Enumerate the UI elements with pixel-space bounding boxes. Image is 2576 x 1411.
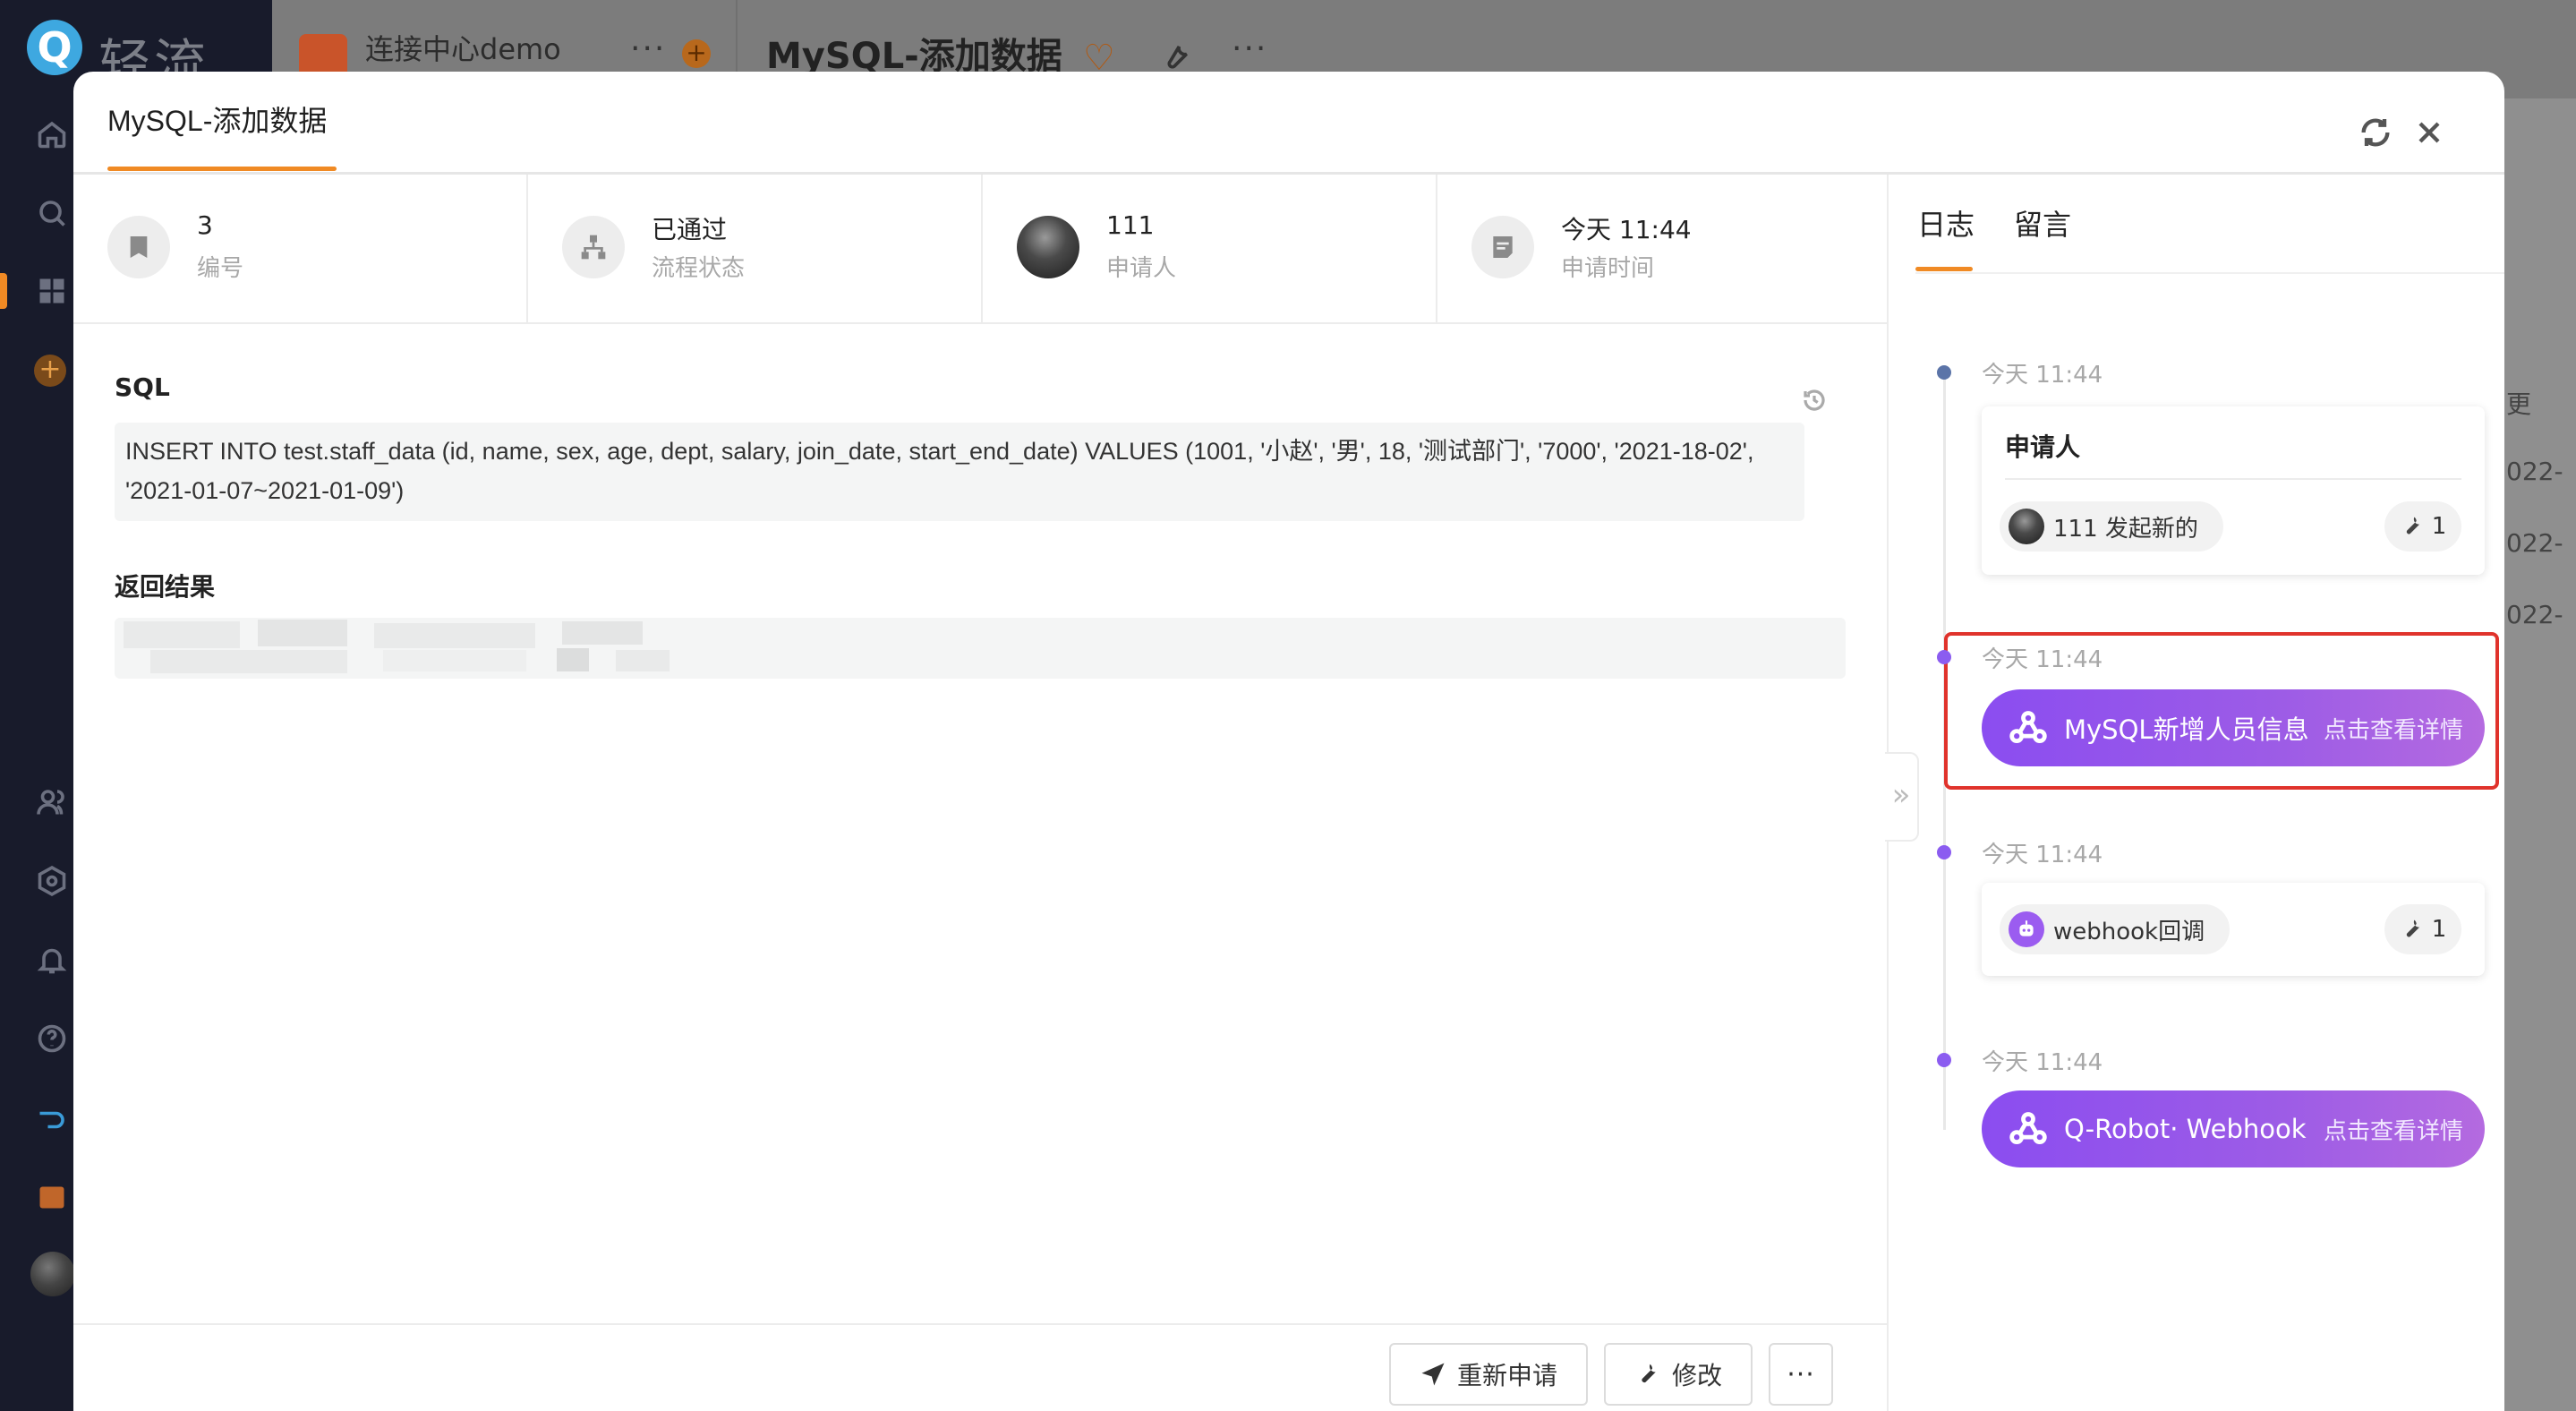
operation-count-chip[interactable]: 1 [2384,904,2461,954]
flow-status-value: 已通过 [652,215,728,244]
collapse-panel-button[interactable]: » [1885,752,1919,842]
timeline-dot [1937,650,1951,664]
nav-active-indicator [0,273,7,309]
more-actions-button[interactable]: ··· [1769,1343,1833,1406]
applicant-avatar [2009,509,2044,544]
info-record-id: 3 编号 [73,175,528,322]
webhook-callback-text: webhook回调 [2053,918,2205,945]
modal-title-underline [107,167,337,171]
bell-icon[interactable] [34,942,70,978]
workspace-tab[interactable]: 连接中心demo [365,27,561,68]
flow-icon [562,216,625,278]
user-avatar[interactable] [30,1252,75,1296]
webhook-callback-card: webhook回调 1 [1982,883,2485,976]
timeline-time: 今天 11:44 [1982,1049,2103,1076]
add-app-icon[interactable]: + [34,355,66,387]
result-field-label: 返回结果 [115,572,216,602]
mysql-node-name: MySQL新增人员信息 [2064,714,2309,745]
workspace-add-icon[interactable]: + [682,39,711,68]
result-field-value [115,618,1846,679]
timeline-time: 今天 11:44 [1982,646,2103,673]
id-icon [107,216,170,278]
webhook-icon [2009,1112,2047,1145]
modal-header: MySQL-添加数据 [73,72,2504,175]
brand-logo: Q [27,20,82,75]
page-more-icon[interactable]: ··· [1232,30,1267,67]
close-icon[interactable] [2411,115,2447,150]
tab-comments[interactable]: 留言 [2014,202,2071,244]
timeline-dot [1937,845,1951,859]
reapply-button[interactable]: 重新申请 [1389,1343,1588,1406]
brand[interactable]: Q 轻流 [20,16,279,94]
robot-icon [2009,911,2044,947]
record-id-value: 3 [197,210,213,240]
info-strip: 3 编号 已通过 流程状态 111 申请人 今天 11:44 申请时间 [73,175,1887,324]
edit-button[interactable]: 修改 [1604,1343,1753,1406]
refresh-icon[interactable] [2358,115,2393,150]
app-store-icon[interactable] [34,1178,70,1214]
history-icon[interactable] [1801,387,1828,414]
card-divider [2005,478,2461,480]
modal-title: MySQL-添加数据 [107,105,328,137]
applicant-label: 申请人 [1106,255,1177,282]
qrobot-webhook-detail-link[interactable]: 点击查看详情 [2324,1113,2463,1146]
applicant-card: 申请人 111 发起新的 1 [1982,406,2485,575]
timeline-time: 今天 11:44 [1982,362,2103,389]
mysql-node-detail-link[interactable]: 点击查看详情 [2324,712,2463,745]
apply-time-label: 申请时间 [1561,255,1655,282]
wrench-icon [2406,517,2419,534]
modal-footer: 重新申请 修改 ··· [73,1323,1887,1411]
applicant-card-title: 申请人 [2005,432,2081,462]
reapply-label: 重新申请 [1456,1361,1557,1390]
send-icon [1421,1363,1445,1386]
flow-status-label: 流程状态 [652,255,746,282]
tab-log[interactable]: 日志 [1917,202,1975,244]
applicant-chip[interactable]: 111 发起新的 [2000,501,2223,552]
wrench-icon [1642,1364,1656,1383]
edit-label: 修改 [1671,1361,1722,1390]
applicant-value: 111 [1106,210,1155,240]
home-icon[interactable] [34,116,70,152]
help-icon[interactable] [34,1021,70,1056]
users-icon[interactable] [34,784,70,820]
mysql-node-pill[interactable]: MySQL新增人员信息 点击查看详情 [1982,689,2485,766]
webhook-icon [2009,711,2047,744]
wrench-icon [2406,919,2419,937]
timeline-dot [1937,365,1951,380]
background-cell: 022- [2506,457,2563,486]
timeline-time: 今天 11:44 [1982,842,2103,868]
operation-count-chip[interactable]: 1 [2384,501,2461,552]
workspace-more-icon[interactable]: ··· [630,30,666,67]
qrobot-webhook-name: Q-Robot· Webhook [2064,1114,2307,1144]
apply-time-value: 今天 11:44 [1561,215,1692,244]
sql-field-label: SQL [115,372,170,402]
settings-icon[interactable] [34,863,70,899]
record-detail-modal: MySQL-添加数据 3 编号 已通过 流程状态 111 申请人 今天 11:4… [73,72,2504,1411]
timeline-dot [1937,1053,1951,1067]
background-cell: 022- [2506,528,2563,558]
operation-count: 1 [2431,916,2447,943]
sql-field-value: INSERT INTO test.staff_data (id, name, s… [115,423,1804,521]
record-id-label: 编号 [197,255,244,282]
calendar-icon [1471,216,1534,278]
search-icon[interactable] [34,195,70,231]
info-flow-status: 已通过 流程状态 [528,175,983,322]
background-column: 更 022- 022- 022- [2506,385,2563,671]
operation-count: 1 [2431,513,2447,540]
integration-icon[interactable] [34,1099,70,1135]
dashboard-icon[interactable] [34,273,70,309]
applicant-avatar [1017,216,1079,278]
info-applicant: 111 申请人 [983,175,1437,322]
info-apply-time: 今天 11:44 申请时间 [1437,175,1890,322]
active-tab-underline [1915,267,1973,271]
background-cell: 更 [2506,389,2532,419]
applicant-chip-text: 111 发起新的 [2053,515,2198,543]
tabs-baseline [1915,272,2504,274]
qrobot-webhook-pill[interactable]: Q-Robot· Webhook 点击查看详情 [1982,1090,2485,1167]
webhook-callback-chip[interactable]: webhook回调 [2000,904,2231,954]
background-cell: 022- [2506,600,2563,629]
